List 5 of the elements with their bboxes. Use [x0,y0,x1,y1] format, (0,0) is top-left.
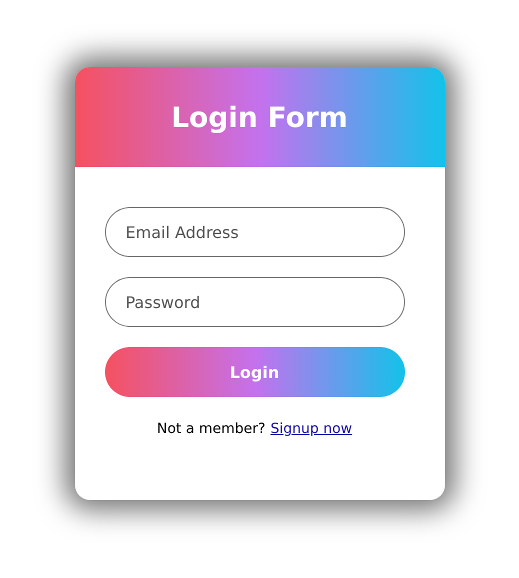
input-field[interactable]: Email Address [104,207,404,257]
signup-prompt: Not a member? [156,421,266,437]
signup-link[interactable]: Signup now [270,421,352,437]
input-field[interactable]: Password [104,277,404,327]
form-title: Login Form [171,100,348,134]
